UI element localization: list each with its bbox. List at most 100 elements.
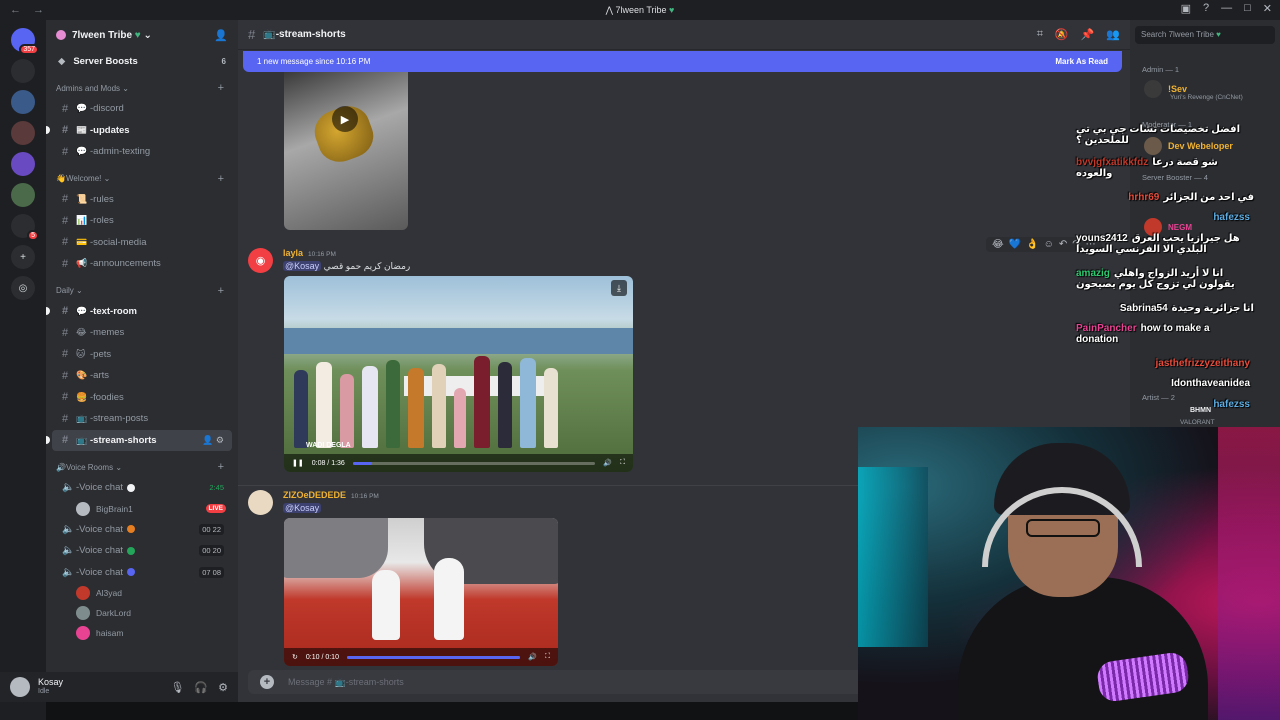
channel-item[interactable]: # 💬 -text-room [46,301,232,323]
avatar[interactable]: ◉ [248,248,273,273]
tiktok-video-embed[interactable]: ▶ [284,72,408,230]
category[interactable]: Daily ⌄ + [46,281,238,301]
members-icon[interactable]: 👥 [1106,28,1120,41]
channel-item[interactable]: # 💳 -social-media [52,232,232,254]
volume-icon[interactable]: 🔊 [603,459,612,467]
server-icon[interactable] [11,183,35,207]
channel-item[interactable]: # 🍔 -foodies [52,387,232,409]
channel-item[interactable]: # 📰 -updates [46,120,232,142]
channel-emoji-icon: 📜 [76,193,88,204]
avatar [76,606,90,620]
member-activity: VALORANT [1180,419,1215,426]
reply-icon[interactable]: ↶ [1059,239,1067,250]
message-author[interactable]: ZIZOeDEDEDE 10:16 PM [283,490,379,500]
add-channel-icon[interactable]: + [218,461,224,473]
server-icon[interactable] [11,59,35,83]
hash-icon: # [62,434,69,447]
channel-name: -roles [90,215,114,227]
hand-emoji-icon[interactable]: 👌 [1026,239,1038,250]
add-attachment-icon[interactable]: + [260,675,274,689]
voice-user[interactable]: Al3yad [46,583,238,603]
server-boosts[interactable]: ◆ Server Boosts 6 [46,50,238,72]
voice-user[interactable]: haisam [46,623,238,643]
mark-as-read-button[interactable]: Mark As Read [1055,57,1108,66]
voice-channel-name: -Voice chat [76,566,123,578]
member-item[interactable]: BHMN [1190,407,1211,414]
voice-channel[interactable]: 🔈 -Voice chat 07 08 [52,562,232,584]
server-header[interactable]: 7lween Tribe ♥ ⌄ 👤 [46,20,238,50]
add-channel-icon[interactable]: + [218,173,224,185]
minimize-icon[interactable]: — [1221,2,1232,15]
channel-item[interactable]: # 😂 -memes [52,322,232,344]
video-progress[interactable] [346,655,521,659]
download-icon[interactable]: ⤓ [611,280,627,296]
channel-settings-icon[interactable]: 👤 ⚙ [202,435,224,446]
channel-item[interactable]: # 💬 -admin-texting [52,141,232,163]
server-icon[interactable]: 357 [11,28,39,55]
search-input[interactable]: Search 7lween Tribe ♥ [1135,26,1275,44]
voice-channel[interactable]: 🔈 -Voice chat 2:45 [52,477,232,499]
voice-channel[interactable]: 🔈 -Voice chat 00 20 [52,540,232,562]
pause-icon[interactable]: ❚❚ [292,459,304,467]
volume-icon[interactable]: 🔊 [528,653,537,661]
notification-bell-icon[interactable]: 🔕 [1055,28,1069,41]
server-logo-icon [56,30,66,40]
chevron-down-icon: ⌄ [120,83,129,93]
help-icon[interactable]: ? [1203,2,1209,15]
fullscreen-icon[interactable]: ⛶ [545,653,550,661]
voice-channel[interactable]: 🔈 -Voice chat 00 22 [52,519,232,541]
add-channel-icon[interactable]: + [218,285,224,297]
mention[interactable]: @Kosay [283,503,322,513]
channel-item[interactable]: # 📺 -stream-shorts 👤 ⚙ [46,429,232,451]
video-progress[interactable] [352,461,596,465]
fullscreen-icon[interactable]: ⛶ [620,459,625,467]
channel-item[interactable]: # 📺 -stream-posts [52,408,232,430]
maximize-icon[interactable]: □ [1244,2,1251,15]
add-server-icon[interactable]: + [11,245,35,269]
message-author[interactable]: layla 10:16 PM [283,248,336,258]
voice-user[interactable]: BigBrain1 LIVE [46,499,238,519]
category[interactable]: 👋Welcome! ⌄ + [46,169,238,189]
category[interactable]: Admins and Mods ⌄ + [46,78,238,98]
member-name: BHMN [1190,407,1211,414]
channel-emoji-icon: 💬 [76,305,88,316]
heart-emoji-icon[interactable]: 💙 [1009,239,1021,250]
channel-item[interactable]: # 📊 -roles [52,210,232,232]
pin-icon[interactable]: 📌 [1081,28,1095,41]
channel-item[interactable]: # 💬 -discord [52,98,232,120]
mention[interactable]: @Kosay [283,261,322,271]
channel-item[interactable]: # 🐱 -pets [52,344,232,366]
avatar[interactable] [248,490,273,515]
headphones-icon[interactable]: 🎧 [194,681,208,694]
category-voice[interactable]: 🔊Voice Rooms ⌄ + [46,457,238,477]
server-icon[interactable] [11,90,35,114]
more-icon[interactable]: ⋯ [1086,239,1096,250]
discover-icon[interactable]: ◎ [11,276,35,300]
invite-people-icon[interactable]: 👤 [214,29,228,42]
inbox-icon[interactable]: ▣ [1181,2,1191,15]
channel-item[interactable]: # 📢 -announcements [52,253,232,275]
laugh-emoji-icon[interactable]: 😂 [992,239,1004,250]
avatar[interactable] [10,677,30,697]
video-embed[interactable]: ↻ 0:10 / 0:10 🔊 ⛶ [284,518,558,666]
server-icon[interactable] [11,152,35,176]
play-icon[interactable]: ▶ [332,106,358,132]
channel-item[interactable]: # 📜 -rules [52,189,232,211]
gear-icon[interactable]: ⚙ [218,681,228,694]
member-item[interactable]: NEGM [1144,218,1192,236]
add-channel-icon[interactable]: + [218,82,224,94]
channel-name: -announcements [90,258,161,270]
microphone-icon[interactable]: 🎙 [170,681,184,694]
replay-icon[interactable]: ↻ [292,653,298,661]
member-item[interactable]: Dev Webeloper [1144,137,1233,155]
server-icon[interactable] [11,121,35,145]
close-icon[interactable]: ✕ [1263,2,1272,15]
channel-item[interactable]: # 🎨 -arts [52,365,232,387]
new-messages-banner[interactable]: 1 new message since 10:16 PM Mark As Rea… [243,51,1122,72]
video-embed[interactable]: WADI DEGLA ⤓ ❚❚ 0:08 / 1:36 🔊 ⛶ [284,276,633,472]
voice-user[interactable]: DarkLord [46,603,238,623]
threads-icon[interactable]: ⌗ [1037,28,1043,41]
forward-icon[interactable]: ↷ [1072,239,1080,250]
server-icon[interactable]: 5 [11,214,39,241]
add-reaction-icon[interactable]: ☺ [1044,239,1054,250]
